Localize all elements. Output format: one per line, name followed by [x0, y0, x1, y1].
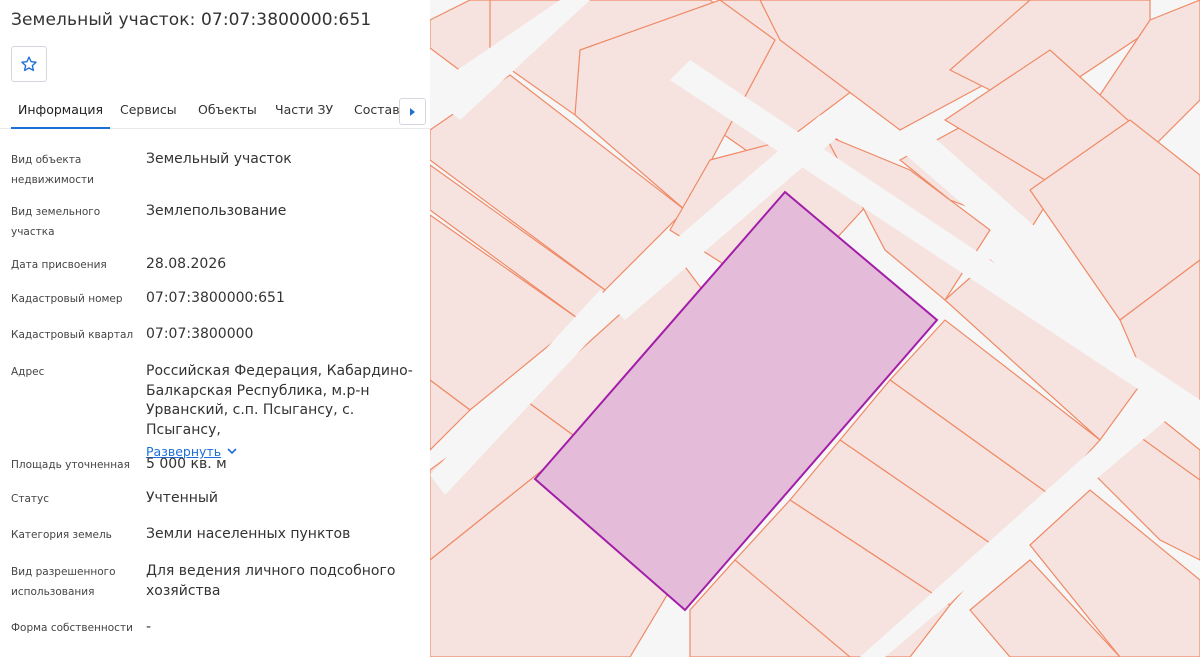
- tabs-next-button[interactable]: [399, 98, 426, 125]
- field-value: Земельный участок: [146, 151, 292, 167]
- field-label: Форма собственности: [11, 622, 133, 634]
- tab-composition[interactable]: Состав: [354, 92, 400, 128]
- field-label: Статус: [11, 493, 49, 505]
- field-value: 07:07:3800000:651: [146, 290, 285, 306]
- field-label: Кадастровый номер: [11, 293, 123, 305]
- field-label: Вид земельного участка: [11, 206, 101, 238]
- tab-information[interactable]: Информация: [10, 92, 111, 129]
- caret-right-icon: [410, 107, 415, 116]
- info-panel: Земельный участок: 07:07:3800000:651 Инф…: [0, 0, 430, 657]
- tab-objects[interactable]: Объекты: [198, 92, 257, 128]
- field-value: Учтенный: [146, 490, 219, 506]
- star-outline-icon: [21, 56, 37, 72]
- field-value: Земли населенных пунктов: [146, 526, 351, 542]
- field-value: Землепользование: [146, 203, 287, 219]
- field-value: -: [146, 619, 152, 635]
- field-label: Вид объекта недвижимости: [11, 154, 94, 186]
- tab-bar: Информация Сервисы Объекты Части ЗУ Сост…: [0, 92, 430, 129]
- cadastral-map[interactable]: [430, 0, 1200, 657]
- field-value: 28.08.2026: [146, 256, 227, 272]
- field-label: Категория земель: [11, 529, 112, 541]
- favorite-button[interactable]: [11, 46, 47, 82]
- field-value: 07:07:3800000: [146, 326, 254, 342]
- tab-parcel-parts[interactable]: Части ЗУ: [275, 92, 333, 128]
- field-label: Адрес: [11, 366, 45, 378]
- address-value: Российская Федерация, Кабардино-Балкарск…: [146, 363, 413, 438]
- field-value: Для ведения личного подсобного хозяйства: [146, 563, 396, 599]
- field-label: Дата присвоения: [11, 259, 107, 271]
- map-canvas[interactable]: [430, 0, 1200, 657]
- page-title: Земельный участок: 07:07:3800000:651: [11, 10, 372, 30]
- field-label: Вид разрешенного использования: [11, 566, 116, 598]
- field-value: 5 000 кв. м: [146, 456, 227, 472]
- tab-services[interactable]: Сервисы: [120, 92, 177, 128]
- field-label: Площадь уточненная: [11, 459, 130, 471]
- field-label: Кадастровый квартал: [11, 329, 134, 341]
- address-block: Российская Федерация, Кабардино-Балкарск…: [146, 362, 416, 463]
